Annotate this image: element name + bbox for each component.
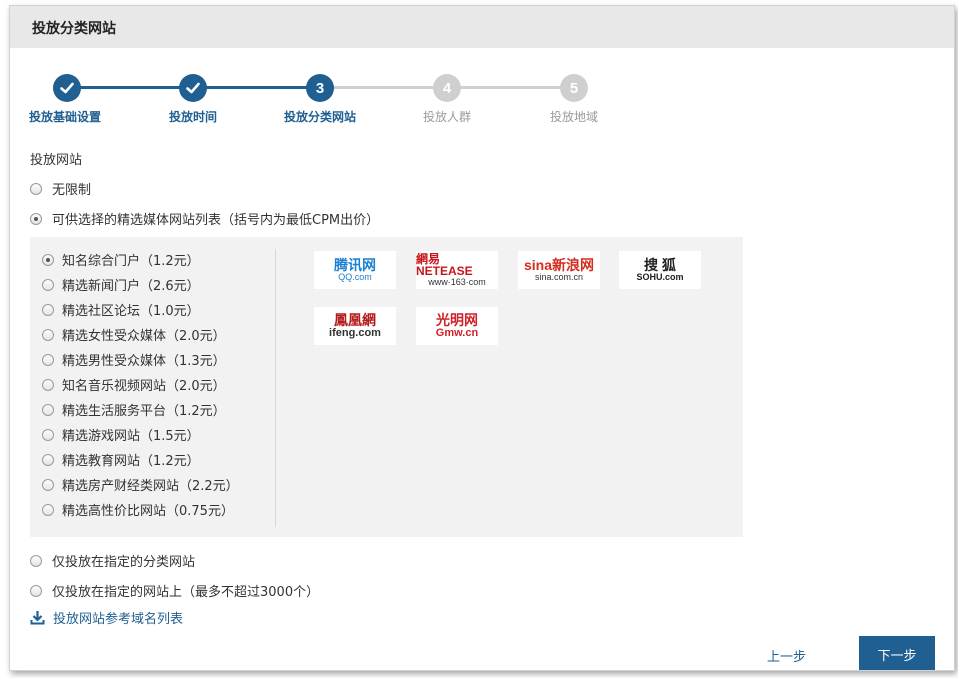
- ifeng-logo: 鳳凰網 ifeng.com: [314, 307, 396, 345]
- radio-button-selected[interactable]: [30, 212, 42, 225]
- category-label: 知名音乐视频网站（2.0元）: [62, 379, 226, 394]
- step-1-check-icon: [53, 74, 81, 102]
- radio-button[interactable]: [42, 353, 54, 366]
- option-specified-sites[interactable]: 仅投放在指定的网站上（最多不超过3000个）: [30, 581, 319, 600]
- gmw-logo: 光明网 Gmw.cn: [416, 307, 498, 345]
- next-step-button[interactable]: 下一步: [859, 636, 935, 670]
- download-link-label: 投放网站参考域名列表: [53, 612, 184, 627]
- logo-subtext: Gmw.cn: [435, 326, 479, 339]
- radio-button[interactable]: [42, 303, 54, 316]
- category-label: 精选房产财经类网站（2.2元）: [62, 479, 239, 494]
- category-item[interactable]: 精选男性受众媒体（1.3元）: [42, 347, 239, 372]
- radio-button[interactable]: [42, 478, 54, 491]
- step-4-label: 投放人群: [422, 110, 472, 124]
- step-5-label: 投放地域: [549, 110, 599, 124]
- logo-subtext: sina.com.cn: [534, 271, 584, 282]
- logo-subtext: www·163·com: [428, 276, 486, 287]
- radio-button[interactable]: [42, 278, 54, 291]
- netease-logo: 網易 NETEASE www·163·com: [416, 251, 498, 289]
- category-list: 知名综合门户（1.2元） 精选新闻门户（2.6元） 精选社区论坛（1.0元） 精…: [42, 247, 239, 522]
- curated-media-panel: 知名综合门户（1.2元） 精选新闻门户（2.6元） 精选社区论坛（1.0元） 精…: [30, 237, 743, 537]
- category-item[interactable]: 知名音乐视频网站（2.0元）: [42, 372, 239, 397]
- step-3-label: 投放分类网站: [283, 110, 357, 124]
- category-label: 精选教育网站（1.2元）: [62, 454, 200, 469]
- category-item[interactable]: 精选社区论坛（1.0元）: [42, 297, 239, 322]
- category-label: 精选游戏网站（1.5元）: [62, 429, 200, 444]
- radio-button[interactable]: [42, 328, 54, 341]
- logo-subtext: SOHU.com: [636, 271, 684, 282]
- category-label: 知名综合门户（1.2元）: [62, 254, 200, 269]
- logo-text: 腾讯网: [334, 256, 376, 273]
- step-5-number: 5: [560, 74, 588, 102]
- sina-logo: sina新浪网 sina.com.cn: [518, 251, 600, 289]
- radio-button-selected[interactable]: [42, 253, 54, 266]
- category-item[interactable]: 精选教育网站（1.2元）: [42, 447, 239, 472]
- radio-button[interactable]: [42, 378, 54, 391]
- logo-subtext: QQ.com: [338, 271, 372, 282]
- previous-step-button[interactable]: 上一步: [767, 646, 806, 665]
- category-label: 精选女性受众媒体（2.0元）: [62, 329, 226, 344]
- option-label: 仅投放在指定的网站上（最多不超过3000个）: [52, 585, 320, 600]
- option-label: 无限制: [52, 183, 92, 198]
- logo-subtext: ifeng.com: [329, 326, 381, 339]
- category-item[interactable]: 精选游戏网站（1.5元）: [42, 422, 239, 447]
- step-1-label: 投放基础设置: [28, 110, 102, 124]
- category-label: 精选男性受众媒体（1.3元）: [62, 354, 226, 369]
- option-label: 可供选择的精选媒体网站列表（括号内为最低CPM出价）: [52, 213, 380, 228]
- category-item[interactable]: 知名综合门户（1.2元）: [42, 247, 239, 272]
- logo-text: 鳳凰網: [334, 311, 376, 328]
- step-4-number: 4: [433, 74, 461, 102]
- sohu-logo: 搜 狐 SOHU.com: [619, 251, 701, 289]
- logo-text: 搜 狐: [644, 256, 676, 273]
- step-3-number: 3: [306, 74, 334, 102]
- progress-stepper: 3 4 5 投放基础设置 投放时间 投放分类网站 投放人群 投放地域: [10, 6, 954, 146]
- logo-text: sina新浪网: [523, 256, 594, 273]
- download-domain-list-link[interactable]: 投放网站参考域名列表: [30, 608, 183, 627]
- option-curated[interactable]: 可供选择的精选媒体网站列表（括号内为最低CPM出价）: [30, 209, 379, 228]
- panel-divider: [275, 249, 276, 527]
- form-window: 投放分类网站 3 4 5 投放基础设置 投放时间 投放分类网站 投放人群 投放地…: [9, 5, 955, 671]
- logo-text: 網易 NETEASE: [416, 251, 473, 279]
- radio-button[interactable]: [42, 453, 54, 466]
- option-category-only[interactable]: 仅投放在指定的分类网站: [30, 551, 195, 570]
- category-item[interactable]: 精选房产财经类网站（2.2元）: [42, 472, 239, 497]
- option-label: 仅投放在指定的分类网站: [52, 555, 196, 570]
- tencent-logo: 腾讯网 QQ.com: [314, 251, 396, 289]
- category-item[interactable]: 精选生活服务平台（1.2元）: [42, 397, 239, 422]
- category-item[interactable]: 精选新闻门户（2.6元）: [42, 272, 239, 297]
- category-item[interactable]: 精选高性价比网站（0.75元）: [42, 497, 239, 522]
- section-label: 投放网站: [30, 153, 83, 168]
- category-item[interactable]: 精选女性受众媒体（2.0元）: [42, 322, 239, 347]
- category-label: 精选新闻门户（2.6元）: [62, 279, 200, 294]
- radio-button[interactable]: [42, 428, 54, 441]
- step-2-label: 投放时间: [168, 110, 218, 124]
- download-icon: [30, 611, 45, 625]
- category-label: 精选社区论坛（1.0元）: [62, 304, 200, 319]
- radio-button[interactable]: [42, 403, 54, 416]
- radio-button[interactable]: [42, 503, 54, 516]
- radio-button[interactable]: [30, 182, 42, 195]
- step-2-check-icon: [179, 74, 207, 102]
- category-label: 精选生活服务平台（1.2元）: [62, 404, 226, 419]
- option-unlimited[interactable]: 无限制: [30, 179, 91, 198]
- logo-text: 光明网: [436, 311, 478, 328]
- radio-button[interactable]: [30, 584, 42, 597]
- radio-button[interactable]: [30, 554, 42, 567]
- category-label: 精选高性价比网站（0.75元）: [62, 504, 234, 519]
